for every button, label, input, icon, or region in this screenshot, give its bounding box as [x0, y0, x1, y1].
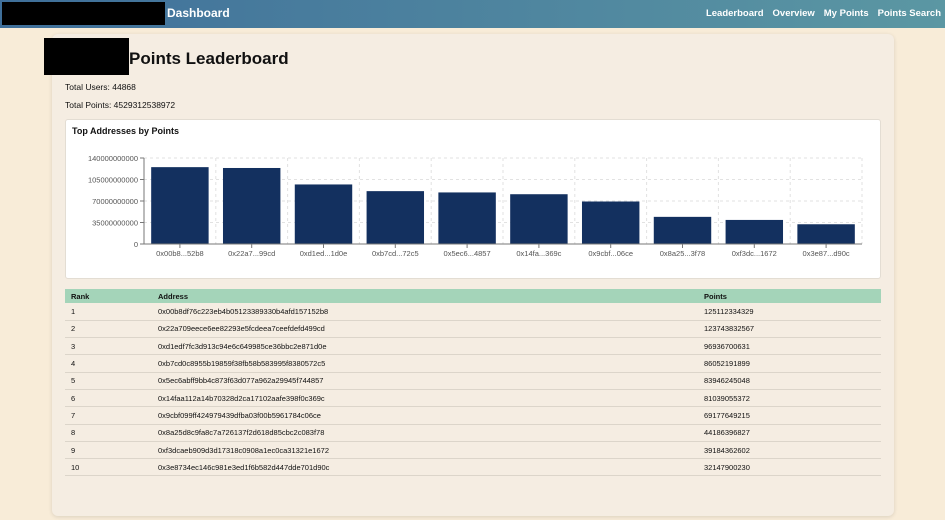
- x-tick-label: 0x22a7...99cd: [228, 249, 275, 258]
- x-tick-label: 0x00b8...52b8: [156, 249, 204, 258]
- cell-points: 123743832567: [698, 320, 881, 339]
- table-row: 8 0x8a25d8c9fa8c7a726137f2d618d85cbc2c083…: [65, 424, 881, 442]
- cell-address: 0x3e8734ec146c981e3ed1f6b582d447dde701d9…: [152, 458, 698, 477]
- cell-address: 0x5ec6abff9bb4c873f63d077a962a29945f7448…: [152, 372, 698, 390]
- cell-rank: 8: [65, 424, 152, 442]
- table-row: 3 0xd1edf7fc3d913c94e6c649985ce36bbc2e871…: [65, 337, 881, 356]
- x-tick-label: 0x8a25...3f78: [660, 249, 705, 258]
- cell-points: 83946245048: [698, 372, 881, 390]
- header-address: Address: [152, 289, 698, 303]
- cell-points: 96936700631: [698, 337, 881, 356]
- y-tick-label: 105000000000: [88, 176, 138, 185]
- cell-address: 0x22a709eece6ee82293e5fcdeea7ceefdefd499…: [152, 320, 698, 339]
- x-tick-label: 0x14fa...369c: [516, 249, 561, 258]
- table-header-row: Rank Address Points: [65, 289, 881, 303]
- table-row: 7 0x9cbf099ff424979439dfba03f00b5961784c0…: [65, 406, 881, 425]
- bar: [151, 167, 209, 244]
- cell-points: 86052191899: [698, 354, 881, 373]
- cell-address: 0xb7cd0c8955b19859f38fb58b583995f8380572…: [152, 354, 698, 373]
- page-title: Points Leaderboard: [129, 49, 289, 68]
- cell-points: 44186396827: [698, 424, 881, 442]
- cell-rank: 5: [65, 372, 152, 390]
- x-tick-label: 0x9cbf...06ce: [588, 249, 633, 258]
- cell-address: 0x9cbf099ff424979439dfba03f00b5961784c06…: [152, 406, 698, 425]
- cell-rank: 10: [65, 458, 152, 477]
- nav-link-leaderboard[interactable]: Leaderboard: [706, 8, 764, 19]
- cell-points: 125112334329: [698, 303, 881, 321]
- cell-rank: 1: [65, 303, 152, 321]
- top-navbar: Dashboard Leaderboard Overview My Points…: [0, 0, 945, 28]
- cell-points: 39184362602: [698, 441, 881, 460]
- bar: [366, 191, 425, 244]
- bar-chart: 0 35000000000 70000000000 105000000000 14000…: [88, 154, 863, 258]
- nav-links: Leaderboard Overview My Points Points Se…: [706, 8, 941, 19]
- x-tick-label: 0xb7cd...72c5: [372, 249, 419, 258]
- table-row: 6 0x14faa112a14b70328d2ca17102aafe398f0c3…: [65, 389, 881, 408]
- header-points: Points: [698, 289, 881, 303]
- x-tick-label: 0xf3dc...1672: [732, 249, 777, 258]
- y-tick-label: 35000000000: [92, 219, 138, 228]
- cell-address: 0x8a25d8c9fa8c7a726137f2d618d85cbc2c083f…: [152, 424, 698, 442]
- nav-link-overview[interactable]: Overview: [773, 8, 815, 19]
- cell-points: 32147900230: [698, 458, 881, 477]
- cell-rank: 2: [65, 320, 152, 339]
- bar: [797, 224, 855, 244]
- bar: [438, 192, 496, 244]
- nav-brand[interactable]: Dashboard: [167, 6, 230, 20]
- table-body: 1 0x00b8df76c223eb4b05123389330b4afd15715…: [65, 303, 881, 477]
- nav-link-points-search[interactable]: Points Search: [878, 8, 941, 19]
- y-tick-label: 140000000000: [88, 154, 138, 163]
- cell-points: 81039055372: [698, 389, 881, 408]
- bar: [725, 219, 784, 244]
- cell-rank: 3: [65, 337, 152, 356]
- cell-address: 0x14faa112a14b70328d2ca17102aafe398f0c36…: [152, 389, 698, 408]
- x-tick-label: 0x3e87...d90c: [803, 249, 850, 258]
- redacted-logo: [2, 2, 165, 25]
- cell-points: 69177649215: [698, 406, 881, 425]
- bar: [510, 194, 568, 244]
- table-row: 1 0x00b8df76c223eb4b05123389330b4afd15715…: [65, 303, 881, 321]
- x-tick-label: 0xd1ed...1d0e: [300, 249, 348, 258]
- table-row: 9 0xf3dcaeb909d3d17318c0908a1ec0ca31321e1…: [65, 441, 881, 460]
- cell-address: 0xf3dcaeb909d3d17318c0908a1ec0ca31321e16…: [152, 441, 698, 460]
- total-users: Total Users: 44868: [65, 82, 136, 92]
- table-row: 10 0x3e8734ec146c981e3ed1f6b582d447dde701…: [65, 458, 881, 477]
- table-row: 5 0x5ec6abff9bb4c873f63d077a962a29945f744…: [65, 372, 881, 390]
- table-row: 4 0xb7cd0c8955b19859f38fb58b583995f838057…: [65, 354, 881, 373]
- header-rank: Rank: [65, 289, 152, 303]
- leaderboard-table-wrap: Rank Address Points 1 0x00b8df76c223eb4b0…: [65, 289, 881, 477]
- redacted-title-prefix: [44, 38, 129, 75]
- cell-rank: 7: [65, 406, 152, 425]
- nav-link-my-points[interactable]: My Points: [824, 8, 869, 19]
- cell-address: 0xd1edf7fc3d913c94e6c649985ce36bbc2e871d…: [152, 337, 698, 356]
- bar: [653, 216, 712, 244]
- cell-rank: 4: [65, 354, 152, 373]
- bar: [222, 167, 281, 244]
- cell-rank: 9: [65, 441, 152, 460]
- leaderboard-table: Rank Address Points 1 0x00b8df76c223eb4b0…: [65, 289, 881, 477]
- table-row: 2 0x22a709eece6ee82293e5fcdeea7ceefdefd49…: [65, 320, 881, 339]
- total-points: Total Points: 4529312538972: [65, 100, 176, 110]
- chart-panel: Top Addresses by Points 0 35000000000 7000…: [65, 119, 881, 279]
- x-tick-label: 0x5ec6...4857: [444, 249, 491, 258]
- y-tick-label: 70000000000: [92, 197, 138, 206]
- bar: [581, 201, 640, 244]
- cell-rank: 6: [65, 389, 152, 408]
- bar: [294, 184, 353, 244]
- y-tick-label: 0: [134, 240, 138, 249]
- cell-address: 0x00b8df76c223eb4b05123389330b4afd157152…: [152, 303, 698, 321]
